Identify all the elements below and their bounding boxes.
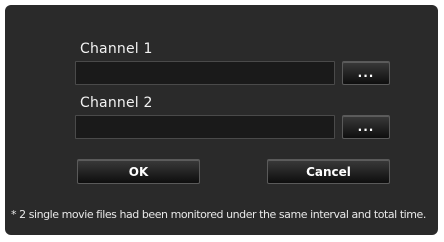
channel-select-dialog: Channel 1 ... Channel 2 ... OK Cancel * … xyxy=(5,5,438,235)
ellipsis-icon: ... xyxy=(357,120,375,134)
ok-button[interactable]: OK xyxy=(77,159,200,184)
channel-2-label: Channel 2 xyxy=(80,95,153,111)
channel-2-path-field[interactable] xyxy=(75,115,335,139)
channel-1-label: Channel 1 xyxy=(80,41,153,57)
ellipsis-icon: ... xyxy=(357,66,375,80)
channel-1-browse-button[interactable]: ... xyxy=(342,61,390,85)
channel-1-path-field[interactable] xyxy=(75,61,335,85)
channel-2-browse-button[interactable]: ... xyxy=(342,115,390,139)
cancel-button[interactable]: Cancel xyxy=(267,159,390,184)
footnote-text: * 2 single movie files had been monitore… xyxy=(11,208,426,221)
